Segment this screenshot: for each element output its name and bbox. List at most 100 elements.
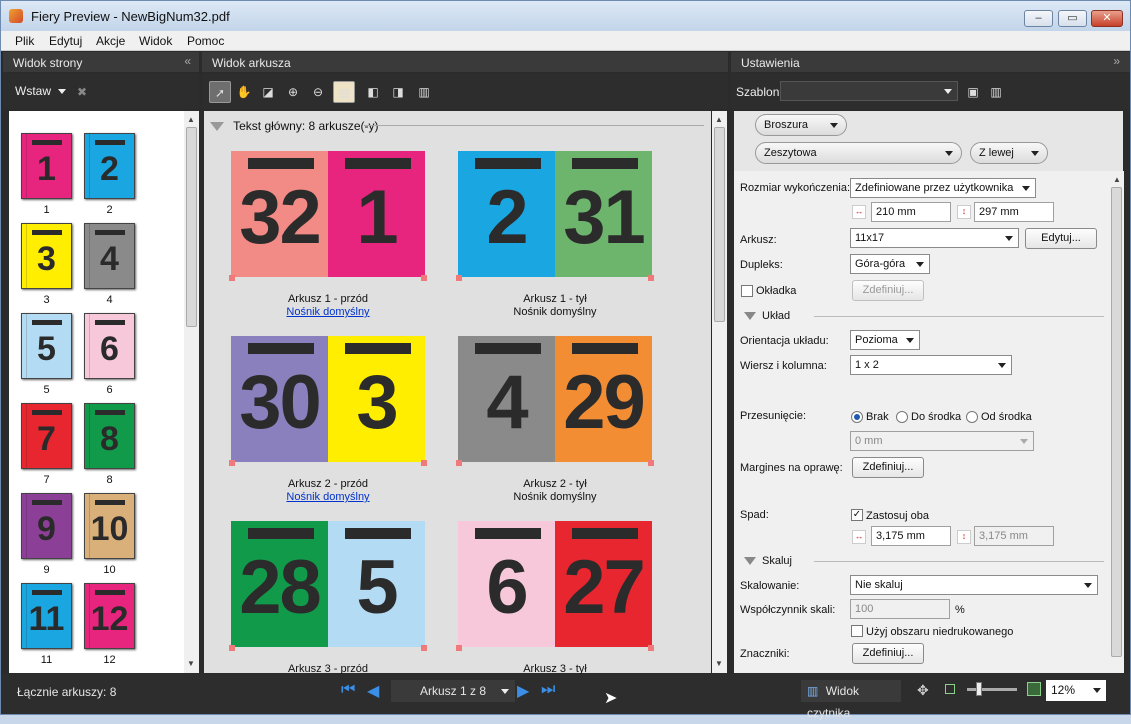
zoom-small-icon[interactable] xyxy=(945,684,955,694)
shift-outward-radio[interactable] xyxy=(966,411,978,423)
scale-factor-input[interactable]: 100 xyxy=(850,599,950,619)
marks-define-button[interactable]: Zdefiniuj... xyxy=(852,643,924,664)
scroll-down-icon[interactable]: ▼ xyxy=(715,659,723,668)
sheet-spread[interactable]: 2 31 xyxy=(456,151,654,281)
page-thumbnail[interactable]: 9 xyxy=(21,493,72,559)
zoom-slider-handle[interactable] xyxy=(976,682,982,696)
cover-define-button[interactable]: Zdefiniuj... xyxy=(852,280,924,301)
template-label: Szablon: xyxy=(736,85,783,99)
page-view-icon[interactable]: ▤ xyxy=(333,81,355,103)
sheet-caption: Arkusz 1 - tył xyxy=(523,293,587,305)
save-template-icon[interactable]: ▣ xyxy=(962,81,984,103)
menu-view[interactable]: Widok xyxy=(139,34,172,48)
menu-file[interactable]: Plik xyxy=(15,34,34,48)
media-link[interactable]: Nośnik domyślny xyxy=(231,306,425,318)
layout-section-header[interactable]: Układ xyxy=(744,310,1104,322)
hand-icon[interactable]: ✋ xyxy=(233,81,255,103)
first-sheet-icon[interactable]: ⏮ xyxy=(341,681,355,699)
zoom-large-icon[interactable] xyxy=(1027,682,1041,696)
settings-scrollbar[interactable]: ▲ xyxy=(1110,171,1124,673)
fit-page-icon[interactable]: ✥ xyxy=(917,682,929,699)
select-arrow-icon[interactable]: ➚ xyxy=(209,81,231,103)
menu-help[interactable]: Pomoc xyxy=(187,34,224,48)
scale-section-header[interactable]: Skaluj xyxy=(744,555,1104,567)
page-thumbnail[interactable]: 11 xyxy=(21,583,72,649)
collapse-left-icon[interactable]: « xyxy=(184,54,191,68)
delete-template-icon[interactable]: ▥ xyxy=(985,81,1007,103)
trim-tool-icon[interactable]: ◪ xyxy=(257,81,279,103)
page-number: 1 xyxy=(37,150,56,188)
next-sheet-icon[interactable]: ▶ xyxy=(517,681,529,701)
thumbnail-scrollbar[interactable]: ▲ ▼ xyxy=(184,111,199,673)
page-thumbnail[interactable]: 6 xyxy=(84,313,135,379)
delete-page-icon[interactable]: ✖ xyxy=(71,81,93,103)
sheet-spread[interactable]: 28 5 xyxy=(229,521,427,651)
zoom-dropdown[interactable]: 12% xyxy=(1046,680,1106,701)
shift-inward-radio[interactable] xyxy=(896,411,908,423)
cover-checkbox[interactable] xyxy=(741,285,753,297)
shift-value-input[interactable]: 0 mm xyxy=(850,431,1034,451)
sheet-navigator-dropdown[interactable]: Arkusz 1 z 8 xyxy=(391,680,515,702)
spread-page-right: 1 xyxy=(328,151,425,277)
scroll-down-icon[interactable]: ▼ xyxy=(187,659,195,668)
page-thumbnail[interactable]: 7 xyxy=(21,403,72,469)
section-header[interactable]: Tekst główny: 8 arkusze(-y) xyxy=(210,119,379,133)
sheet-spread[interactable]: 6 27 xyxy=(456,521,654,651)
scroll-up-icon[interactable]: ▲ xyxy=(1113,175,1121,184)
binding-side-dropdown[interactable]: Z lewej xyxy=(970,142,1048,164)
trim-size-dropdown[interactable]: Zdefiniowane przez użytkownika xyxy=(850,178,1036,198)
template-dropdown[interactable] xyxy=(780,81,958,101)
previous-sheet-icon[interactable]: ◀ xyxy=(367,681,379,701)
insert-sheet-icon[interactable]: ◧ xyxy=(362,81,384,103)
edit-sheet-button[interactable]: Edytuj... xyxy=(1025,228,1097,249)
rowcol-dropdown[interactable]: 1 x 2 xyxy=(850,355,1012,375)
page-thumbnail[interactable]: 3 xyxy=(21,223,72,289)
scroll-thumb[interactable] xyxy=(186,127,197,327)
sheet-spread[interactable]: 30 3 xyxy=(229,336,427,466)
zoom-out-icon[interactable]: ⊖ xyxy=(307,81,329,103)
page-thumbnail[interactable]: 1 xyxy=(21,133,72,199)
close-button[interactable]: ✕ xyxy=(1091,10,1123,27)
bleed-vertical-input[interactable]: 3,175 mm xyxy=(974,526,1054,546)
page-number: 30 xyxy=(239,360,322,445)
page-thumbnail[interactable]: 10 xyxy=(84,493,135,559)
remove-sheet-icon[interactable]: ◨ xyxy=(387,81,409,103)
trim-width-input[interactable]: 210 mm xyxy=(871,202,951,222)
booklet-type-dropdown[interactable]: Broszura xyxy=(755,114,847,136)
maximize-button[interactable]: ▭ xyxy=(1058,10,1087,27)
bleed-horizontal-input[interactable]: 3,175 mm xyxy=(871,526,951,546)
page-thumbnail[interactable]: 4 xyxy=(84,223,135,289)
menu-actions[interactable]: Akcje xyxy=(96,34,125,48)
expand-right-icon[interactable]: » xyxy=(1113,54,1120,68)
scaling-dropdown[interactable]: Nie skaluj xyxy=(850,575,1098,595)
sheet-size-dropdown[interactable]: 11x17 xyxy=(850,228,1019,248)
scroll-thumb[interactable] xyxy=(1111,187,1122,657)
menu-edit[interactable]: Edytuj xyxy=(49,34,82,48)
page-thumbnail[interactable]: 5 xyxy=(21,313,72,379)
reader-book-icon[interactable]: ▥ xyxy=(413,81,435,103)
insert-dropdown[interactable]: Wstaw xyxy=(11,82,70,102)
media-link[interactable]: Nośnik domyślny xyxy=(231,491,425,503)
bleed-apply-both-checkbox[interactable]: ✓ xyxy=(851,509,863,521)
page-thumbnail[interactable]: 2 xyxy=(84,133,135,199)
zoom-slider-track[interactable] xyxy=(967,688,1017,691)
use-nonprint-checkbox[interactable] xyxy=(851,625,863,637)
binding-dropdown[interactable]: Zeszytowa xyxy=(755,142,962,164)
shift-none-radio[interactable] xyxy=(851,411,863,423)
scroll-thumb[interactable] xyxy=(714,127,725,322)
duplex-dropdown[interactable]: Góra-góra xyxy=(850,254,930,274)
sheet-spread[interactable]: 32 1 xyxy=(229,151,427,281)
orientation-dropdown[interactable]: Pozioma xyxy=(850,330,920,350)
binding-margin-define-button[interactable]: Zdefiniuj... xyxy=(852,457,924,478)
minimize-button[interactable]: – xyxy=(1024,10,1053,27)
sheet-spread[interactable]: 4 29 xyxy=(456,336,654,466)
reader-view-button[interactable]: ▥ Widok czytnika xyxy=(801,680,901,720)
sheet-scrollbar[interactable]: ▲ ▼ xyxy=(712,111,727,673)
trim-height-input[interactable]: 297 mm xyxy=(974,202,1054,222)
zoom-in-icon[interactable]: ⊕ xyxy=(282,81,304,103)
page-thumbnail[interactable]: 8 xyxy=(84,403,135,469)
last-sheet-icon[interactable]: ⏭ xyxy=(541,681,555,699)
page-thumbnail[interactable]: 12 xyxy=(84,583,135,649)
scroll-up-icon[interactable]: ▲ xyxy=(187,115,195,124)
scroll-up-icon[interactable]: ▲ xyxy=(715,115,723,124)
